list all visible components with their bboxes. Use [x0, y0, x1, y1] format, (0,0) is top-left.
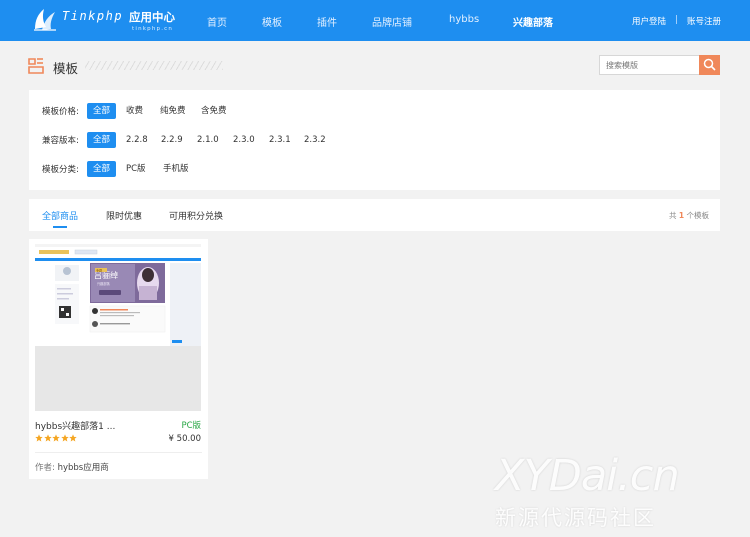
filter-version-228[interactable]: 2.2.8 [126, 132, 148, 148]
leaf-logo-icon [34, 9, 56, 31]
brand-app-name: 应用中心 [129, 10, 175, 24]
author-label: 作者: [35, 463, 55, 473]
active-tab-indicator [53, 226, 67, 228]
filter-row-category: 模板分类: 全部 PC版 手机版 [29, 158, 720, 178]
filter-label-version: 兼容版本: [42, 136, 79, 146]
filter-label-category: 模板分类: [42, 165, 79, 175]
nav-item-home[interactable]: 首页 [207, 14, 227, 29]
tab-limited-offer[interactable]: 限时优惠 [106, 209, 142, 222]
nav-item-hybbs[interactable]: hybbs [449, 14, 479, 25]
author-name[interactable]: hybbs应用商 [58, 463, 109, 473]
filter-row-price: 模板价格: 全部 收费 纯免费 含免费 [29, 100, 720, 120]
tab-all-products[interactable]: 全部商品 [42, 209, 78, 222]
template-section-icon [28, 58, 44, 74]
count-prefix: 共 [669, 211, 677, 220]
nav-item-plugins[interactable]: 插件 [317, 14, 337, 29]
screenshot-hint: 兴趣部落 [97, 281, 111, 286]
filter-version-231[interactable]: 2.3.1 [269, 132, 291, 148]
nav-item-interest-tribe[interactable]: 兴趣部落 [513, 14, 553, 29]
count-suffix: 个模板 [686, 211, 710, 220]
star-icon [60, 434, 69, 442]
filter-category-all[interactable]: 全部 [87, 161, 117, 177]
tab-points-exchange[interactable]: 可用积分兑换 [169, 209, 223, 222]
filter-row-version: 兼容版本: 全部 2.2.8 2.2.9 2.1.0 2.3.0 2.3.1 2… [29, 129, 720, 149]
brand-domain: tinkphp.cn [132, 26, 174, 32]
product-tabs: 全部商品 限时优惠 可用积分兑换 共 1 个模板 [29, 199, 720, 231]
star-icon [69, 434, 77, 442]
template-count: 共 1 个模板 [669, 210, 709, 221]
filter-price-all[interactable]: 全部 [87, 103, 117, 119]
screenshot-badge: 专题 [96, 267, 102, 272]
filter-label-price: 模板价格: [42, 107, 79, 117]
filter-category-mobile[interactable]: 手机版 [163, 161, 189, 177]
count-value: 1 [678, 211, 685, 220]
product-platform-tag: PC版 [181, 421, 201, 431]
product-card[interactable]: 吕骊绰 专题 兴趣部落 hybbs兴趣部落1 ... PC版 ¥ 50.00 作… [29, 239, 208, 479]
filter-price-paid[interactable]: 收费 [126, 103, 143, 119]
site-logo[interactable]: Tinkphp 应用中心 tinkphp.cn [32, 6, 182, 35]
filter-panel: 模板价格: 全部 收费 纯免费 含免费 兼容版本: 全部 2.2.8 2.2.9… [29, 90, 720, 190]
watermark-domain: XYDai.cn [495, 451, 680, 501]
brand-word: Tinkphp [62, 9, 124, 23]
filter-version-230[interactable]: 2.3.0 [233, 132, 255, 148]
nav-separator: | [675, 15, 678, 25]
product-thumbnail[interactable]: 吕骊绰 专题 兴趣部落 [35, 244, 201, 411]
page-title: 模板 [53, 61, 79, 76]
product-rating [35, 434, 78, 444]
title-decoration [85, 61, 223, 70]
top-navbar: Tinkphp 应用中心 tinkphp.cn 首页 模板 插件 品牌店铺 hy… [0, 0, 750, 41]
login-link[interactable]: 用户登陆 [632, 15, 666, 27]
filter-version-232[interactable]: 2.3.2 [304, 132, 326, 148]
filter-category-pc[interactable]: PC版 [126, 161, 146, 177]
watermark-caption: 新源代源码社区 [495, 506, 656, 530]
nav-item-templates[interactable]: 模板 [262, 14, 282, 29]
star-icon [35, 434, 43, 442]
product-screenshot-image: 吕骊绰 专题 兴趣部落 [35, 244, 201, 346]
card-divider [35, 452, 202, 453]
filter-price-includes-free[interactable]: 含免费 [201, 103, 227, 119]
filter-version-210[interactable]: 2.1.0 [197, 132, 219, 148]
search-button[interactable] [699, 55, 720, 75]
filter-price-free-only[interactable]: 纯免费 [160, 103, 186, 119]
search-input[interactable] [599, 55, 699, 75]
star-icon [52, 434, 60, 442]
product-name[interactable]: hybbs兴趣部落1 ... [35, 419, 115, 432]
filter-version-229[interactable]: 2.2.9 [161, 132, 183, 148]
nav-item-brand-stores[interactable]: 品牌店铺 [372, 14, 412, 29]
search-icon [703, 58, 716, 71]
register-link[interactable]: 账号注册 [687, 15, 721, 27]
product-price: ¥ 50.00 [168, 434, 201, 444]
product-author: 作者: hybbs应用商 [35, 461, 109, 473]
filter-version-all[interactable]: 全部 [87, 132, 117, 148]
star-icon [43, 434, 52, 442]
